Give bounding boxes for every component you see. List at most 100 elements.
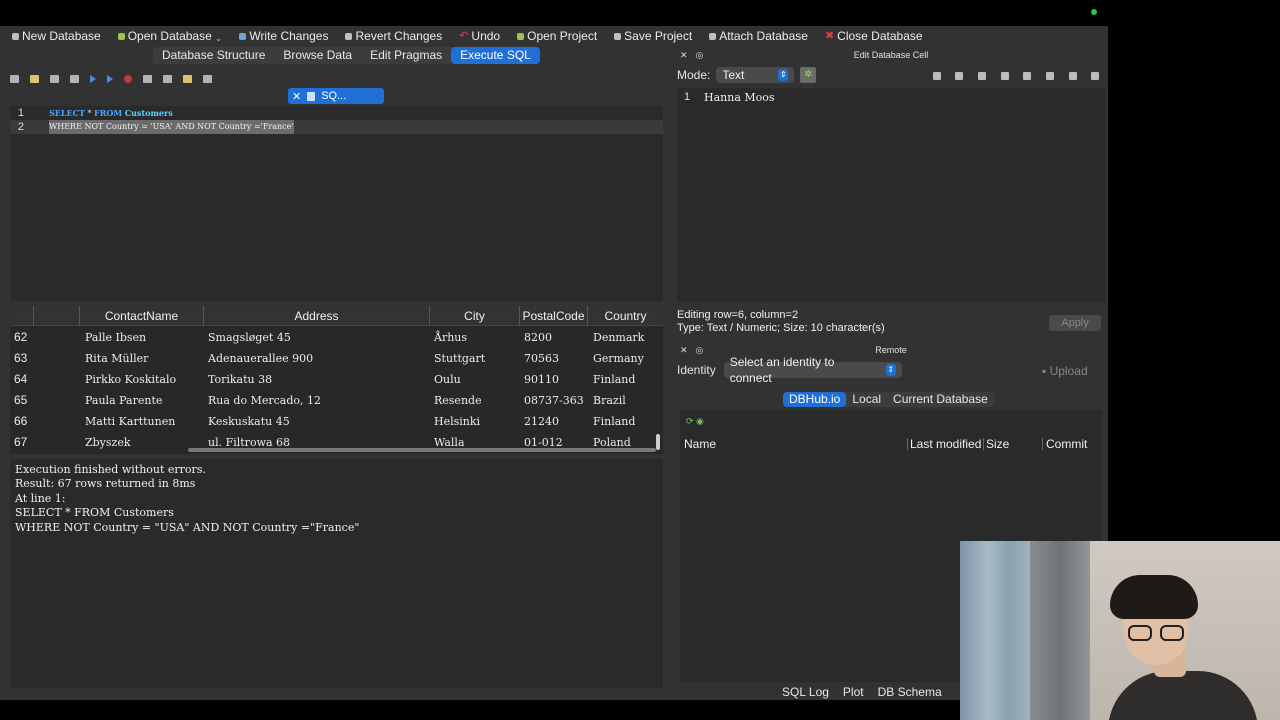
import-icon[interactable] xyxy=(933,72,941,80)
save-results-icon[interactable] xyxy=(143,75,152,83)
copy-icon[interactable] xyxy=(1046,72,1054,80)
column-header[interactable]: PostalCode xyxy=(520,306,588,326)
cell-value[interactable]: Hanna Moos xyxy=(704,91,775,104)
attach-database-button[interactable]: Attach Database xyxy=(709,29,808,43)
cell-editor[interactable]: 1 Hanna Moos xyxy=(677,88,1105,302)
column-header[interactable]: Address xyxy=(204,306,430,326)
table-row[interactable]: 64 Pirkko Koskitalo Torikatu 38 Oulu 901… xyxy=(10,369,663,390)
save-project-icon xyxy=(614,32,622,40)
word-wrap-icon[interactable] xyxy=(1001,72,1009,80)
tab-current-database[interactable]: Current Database xyxy=(887,392,994,407)
find-replace-icon[interactable] xyxy=(183,75,192,83)
tab-sql-log[interactable]: SQL Log xyxy=(775,684,836,700)
tab-local[interactable]: Local xyxy=(846,392,887,407)
paste-icon[interactable] xyxy=(1069,72,1077,80)
open-sql-file-icon[interactable] xyxy=(30,75,39,83)
cell-city[interactable]: Helsinki xyxy=(434,411,480,432)
cell-city[interactable]: Århus xyxy=(434,327,467,348)
cell-address[interactable]: Adenauerallee 900 xyxy=(208,348,313,369)
undo-button[interactable]: ↶ Undo xyxy=(459,29,500,43)
execute-all-icon[interactable] xyxy=(90,75,96,83)
remote-col-size[interactable]: Size xyxy=(986,436,1009,452)
comment-icon[interactable] xyxy=(203,75,212,83)
cell-country[interactable]: Finland xyxy=(593,411,635,432)
identity-label: Identity xyxy=(677,363,716,377)
cell-contactname[interactable]: Pirkko Koskitalo xyxy=(85,369,176,390)
table-row[interactable]: 63 Rita Müller Adenauerallee 900 Stuttga… xyxy=(10,348,663,369)
cell-country[interactable]: Germany xyxy=(593,348,644,369)
set-null-icon[interactable] xyxy=(978,72,986,80)
keyword-from: FROM xyxy=(94,108,123,118)
identity-select[interactable]: Select an identity to connect ⇕ xyxy=(723,355,902,385)
execute-line-icon[interactable] xyxy=(107,75,113,83)
cell-contactname[interactable]: Rita Müller xyxy=(85,348,148,369)
cell-city[interactable]: Oulu xyxy=(434,369,461,390)
new-database-button[interactable]: New Database xyxy=(12,29,101,43)
tab-browse-data[interactable]: Browse Data xyxy=(274,47,361,64)
tab-edit-pragmas[interactable]: Edit Pragmas xyxy=(361,47,451,64)
print-cell-icon[interactable] xyxy=(1091,72,1099,80)
cell-city[interactable]: Resende xyxy=(434,390,482,411)
cell-postalcode[interactable]: 8200 xyxy=(524,327,552,348)
cell-city[interactable]: Stuttgart xyxy=(434,348,485,369)
chevron-down-icon[interactable]: ⌄ xyxy=(215,33,223,43)
remote-col-name[interactable]: Name xyxy=(684,436,716,452)
tab-dbhub[interactable]: DBHub.io xyxy=(783,392,847,407)
mode-select[interactable]: Text ⇕ xyxy=(716,67,795,83)
cell-postalcode[interactable]: 21240 xyxy=(524,411,559,432)
revert-changes-button[interactable]: Revert Changes xyxy=(345,29,442,43)
sql-editor[interactable]: 1 SELECT * FROM Customers 2 WHERE NOT Co… xyxy=(10,106,663,301)
upload-button[interactable]: ▪ Upload xyxy=(1042,364,1088,378)
export-icon[interactable] xyxy=(955,72,963,80)
open-database-button[interactable]: Open Database ⌄ xyxy=(117,29,223,43)
cell-postalcode[interactable]: 70563 xyxy=(524,348,559,369)
horizontal-scrollbar[interactable] xyxy=(188,448,656,452)
table-row[interactable]: 62 Palle Ibsen Smagsløget 45 Århus 8200 … xyxy=(10,327,663,348)
results-grid[interactable]: ContactName Address City PostalCode Coun… xyxy=(10,306,663,454)
open-project-button[interactable]: Open Project xyxy=(517,29,597,43)
cell-contactname[interactable]: Matti Karttunen xyxy=(85,411,175,432)
column-header[interactable]: City xyxy=(430,306,520,326)
open-tab-icon[interactable] xyxy=(10,75,19,83)
table-row[interactable]: 65 Paula Parente Rua do Mercado, 12 Rese… xyxy=(10,390,663,411)
cell-address[interactable]: Keskuskatu 45 xyxy=(208,411,290,432)
cell-contactname[interactable]: Palle Ibsen xyxy=(85,327,146,348)
open-external-icon[interactable] xyxy=(1023,72,1031,80)
tab-plot[interactable]: Plot xyxy=(836,684,871,700)
close-tab-icon[interactable]: ✕ xyxy=(292,90,301,103)
cell-address[interactable]: Rua do Mercado, 12 xyxy=(208,390,321,411)
cell-line-number: 1 xyxy=(684,91,691,103)
refresh-icon[interactable]: ⟳ ◉ xyxy=(686,416,704,427)
remote-col-commit[interactable]: Commit xyxy=(1046,436,1087,452)
cell-country[interactable]: Brazil xyxy=(593,390,626,411)
stop-execution-icon[interactable] xyxy=(124,75,132,83)
cell-country[interactable]: Finland xyxy=(593,369,635,390)
column-header[interactable]: Country xyxy=(588,306,663,326)
close-database-button[interactable]: ✖ Close Database xyxy=(825,29,923,43)
save-project-button[interactable]: Save Project xyxy=(614,29,692,43)
apply-button[interactable]: Apply xyxy=(1049,315,1101,331)
column-header[interactable]: ContactName xyxy=(80,306,204,326)
cell-contactname[interactable]: Zbyszek xyxy=(85,432,131,450)
write-changes-button[interactable]: Write Changes xyxy=(239,29,328,43)
find-icon[interactable] xyxy=(163,75,172,83)
vertical-scrollbar[interactable] xyxy=(656,434,660,450)
tab-db-schema[interactable]: DB Schema xyxy=(871,684,949,700)
cell-address[interactable]: Smagsløget 45 xyxy=(208,327,291,348)
cell-country[interactable]: Denmark xyxy=(593,327,644,348)
cell-postalcode[interactable]: 08737-363 xyxy=(524,390,584,411)
table-row[interactable]: 66 Matti Karttunen Keskuskatu 45 Helsink… xyxy=(10,411,663,432)
remote-col-last-modified[interactable]: Last modified xyxy=(910,436,981,452)
editor-code: SELECT * FROM Customers xyxy=(49,106,173,121)
screen-top-bar xyxy=(0,0,1280,26)
save-sql-file-icon[interactable] xyxy=(50,75,59,83)
auto-format-icon[interactable]: ✲ xyxy=(800,67,817,83)
tab-database-structure[interactable]: Database Structure xyxy=(153,47,274,64)
cell-address[interactable]: Torikatu 38 xyxy=(208,369,272,390)
cell-contactname[interactable]: Paula Parente xyxy=(85,390,162,411)
sql-editor-tab[interactable]: ✕ SQ... xyxy=(288,88,384,104)
print-icon[interactable] xyxy=(70,75,79,83)
column-header-hidden[interactable] xyxy=(34,306,80,326)
tab-execute-sql[interactable]: Execute SQL xyxy=(451,47,540,64)
cell-postalcode[interactable]: 90110 xyxy=(524,369,559,390)
